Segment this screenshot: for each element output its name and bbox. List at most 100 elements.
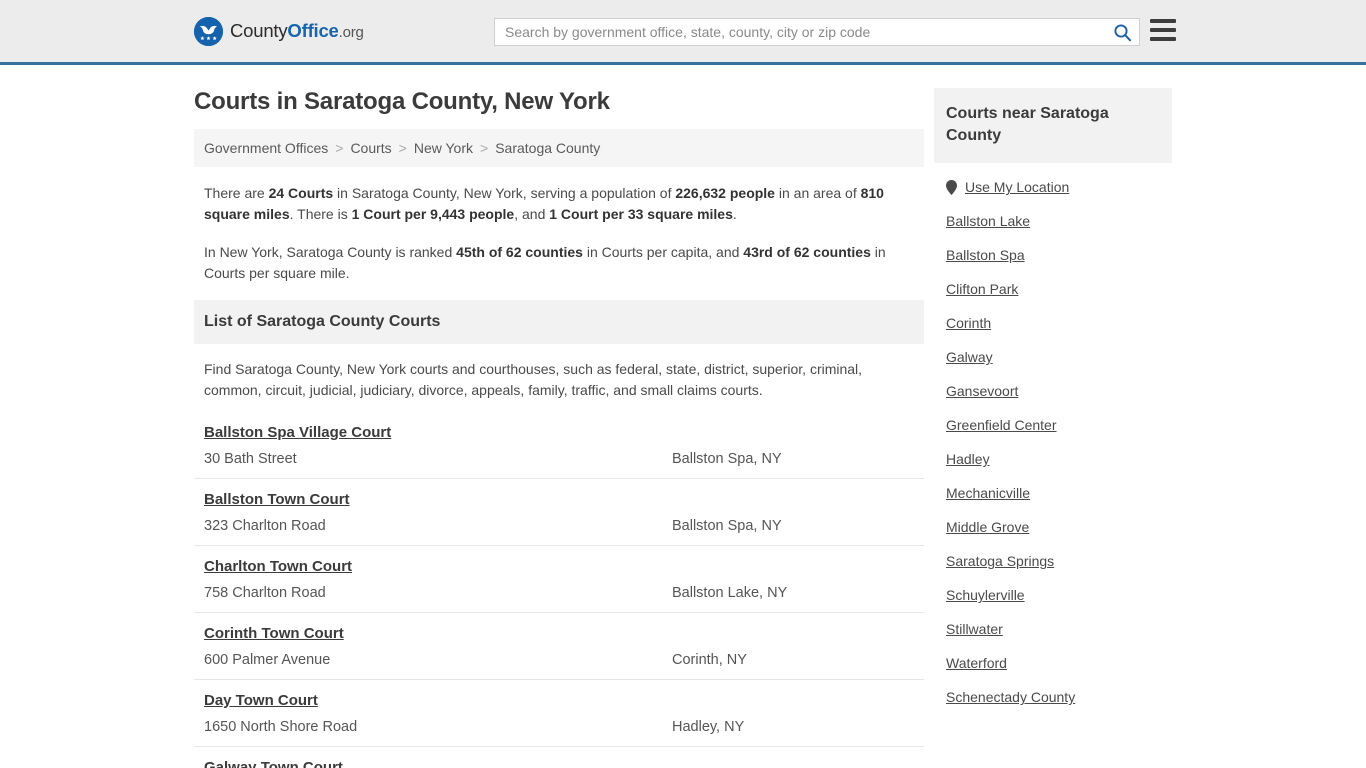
sidebar-nearby-list: Use My Location Ballston Lake Ballston S… — [934, 163, 1172, 714]
brand-part-county: County — [230, 20, 288, 41]
statistics-paragraph-ranking: In New York, Saratoga County is ranked 4… — [204, 242, 914, 285]
court-name-link[interactable]: Charlton Town Court — [204, 558, 352, 575]
stat-courts-count: 24 Courts — [268, 185, 334, 201]
breadcrumb: Government Offices > Courts > New York >… — [194, 129, 924, 167]
list-item: Ballston Town Court 323 Charlton Road Ba… — [194, 477, 924, 545]
stat-rank-per-capita: 45th of 62 counties — [456, 243, 583, 260]
sidebar-item-ballston-spa[interactable]: Ballston Spa — [934, 238, 1172, 272]
sidebar-item-clifton-park[interactable]: Clifton Park — [934, 272, 1172, 306]
court-address: 323 Charlton Road — [204, 517, 326, 534]
hamburger-menu-icon[interactable] — [1150, 19, 1176, 41]
sidebar-link[interactable]: Mechanicville — [946, 485, 1030, 501]
sidebar-item-use-my-location[interactable]: Use My Location — [934, 163, 1172, 204]
sidebar-item-gansevoort[interactable]: Gansevoort — [934, 374, 1172, 408]
use-my-location-link[interactable]: Use My Location — [965, 179, 1069, 195]
list-item: Day Town Court 1650 North Shore Road Had… — [194, 678, 924, 746]
site-logo-link[interactable]: CountyOffice.org — [194, 16, 364, 46]
court-city: Hadley, NY — [672, 718, 745, 735]
list-item: Charlton Town Court 758 Charlton Road Ba… — [194, 544, 924, 612]
search-input[interactable] — [495, 19, 1105, 45]
stat-population: 226,632 people — [675, 185, 775, 201]
sidebar-item-schenectady-county[interactable]: Schenectady County — [934, 680, 1172, 714]
search-bar[interactable] — [494, 18, 1140, 46]
list-item: Ballston Spa Village Court 30 Bath Stree… — [194, 420, 924, 478]
sidebar-link[interactable]: Schenectady County — [946, 689, 1075, 705]
sidebar-link[interactable]: Galway — [946, 349, 993, 365]
list-item: Corinth Town Court 600 Palmer Avenue Cor… — [194, 611, 924, 679]
stat-text: In New York, Saratoga County is ranked — [204, 243, 457, 260]
breadcrumb-item-new-york[interactable]: New York — [414, 140, 473, 156]
stat-text: in an area of — [774, 185, 861, 201]
sidebar-link[interactable]: Stillwater — [946, 621, 1003, 637]
hamburger-bar — [1150, 28, 1176, 32]
hamburger-bar — [1150, 19, 1176, 23]
stat-text: in Courts per capita, and — [582, 243, 744, 260]
sidebar-item-schuylerville[interactable]: Schuylerville — [934, 578, 1172, 612]
sidebar-link[interactable]: Greenfield Center — [946, 417, 1057, 433]
main-content: Courts in Saratoga County, New York Gove… — [194, 65, 924, 768]
sidebar-item-greenfield-center[interactable]: Greenfield Center — [934, 408, 1172, 442]
court-name-link[interactable]: Ballston Spa Village Court — [204, 424, 391, 441]
sidebar-link[interactable]: Gansevoort — [946, 383, 1018, 399]
court-city: Ballston Spa, NY — [672, 517, 782, 534]
stat-text: . There is — [289, 206, 352, 223]
court-address: 758 Charlton Road — [204, 584, 326, 601]
sidebar-link[interactable]: Hadley — [946, 451, 990, 467]
court-name-link[interactable]: Galway Town Court — [204, 759, 343, 768]
sidebar-link[interactable]: Schuylerville — [946, 587, 1025, 603]
stat-courts-per-area: 1 Court per 33 square miles — [549, 206, 733, 223]
list-section-heading: List of Saratoga County Courts — [194, 300, 924, 345]
hamburger-bar — [1150, 37, 1176, 41]
sidebar-item-stillwater[interactable]: Stillwater — [934, 612, 1172, 646]
site-logo-text: CountyOffice.org — [230, 20, 364, 42]
breadcrumb-separator: > — [335, 140, 344, 156]
stat-text: in Saratoga County, New York, serving a … — [333, 185, 676, 201]
sidebar-link[interactable]: Saratoga Springs — [946, 553, 1054, 569]
sidebar-link[interactable]: Corinth — [946, 315, 991, 331]
court-address: 600 Palmer Avenue — [204, 651, 331, 668]
breadcrumb-item-courts[interactable]: Courts — [350, 140, 391, 156]
court-listings: Ballston Spa Village Court 30 Bath Stree… — [194, 420, 924, 768]
eagle-stars-seal-icon — [194, 16, 223, 46]
breadcrumb-item-saratoga-county: Saratoga County — [495, 140, 601, 156]
court-name-link[interactable]: Ballston Town Court — [204, 491, 350, 508]
sidebar-link[interactable]: Middle Grove — [946, 519, 1029, 535]
county-statistics: There are 24 Courts in Saratoga County, … — [194, 183, 924, 284]
sidebar-item-galway[interactable]: Galway — [934, 340, 1172, 374]
sidebar-item-ballston-lake[interactable]: Ballston Lake — [934, 204, 1172, 238]
sidebar-item-corinth[interactable]: Corinth — [934, 306, 1172, 340]
court-city: Corinth, NY — [672, 651, 747, 668]
stat-rank-per-square-mile: 43rd of 62 counties — [743, 243, 871, 260]
sidebar-item-middle-grove[interactable]: Middle Grove — [934, 510, 1172, 544]
sidebar-item-hadley[interactable]: Hadley — [934, 442, 1172, 476]
sidebar-link[interactable]: Clifton Park — [946, 281, 1018, 297]
statistics-paragraph-counts: There are 24 Courts in Saratoga County, … — [204, 183, 914, 226]
breadcrumb-item-government-offices[interactable]: Government Offices — [204, 140, 328, 156]
sidebar-link[interactable]: Ballston Lake — [946, 213, 1030, 229]
list-section-description: Find Saratoga County, New York courts an… — [204, 361, 863, 399]
page-body: Courts in Saratoga County, New York Gove… — [0, 65, 1366, 768]
stat-text: . — [732, 206, 737, 223]
breadcrumb-separator: > — [398, 140, 407, 156]
sidebar-heading: Courts near Saratoga County — [934, 88, 1172, 164]
brand-part-org: .org — [338, 24, 364, 41]
sidebar-item-saratoga-springs[interactable]: Saratoga Springs — [934, 544, 1172, 578]
sidebar-item-waterford[interactable]: Waterford — [934, 646, 1172, 680]
court-address: 30 Bath Street — [204, 450, 297, 467]
page-title: Courts in Saratoga County, New York — [194, 88, 610, 115]
stat-courts-per-people: 1 Court per 9,443 people — [351, 206, 515, 223]
map-pin-icon — [946, 179, 957, 195]
court-detail-row: 323 Charlton Road Ballston Spa, NY — [204, 518, 914, 534]
list-item: Galway Town Court 5910 Sacandaga Road Ga… — [194, 745, 924, 768]
court-address: 1650 North Shore Road — [204, 718, 358, 735]
court-name-link[interactable]: Corinth Town Court — [204, 625, 344, 642]
sidebar-link[interactable]: Ballston Spa — [946, 247, 1025, 263]
search-button[interactable] — [1105, 19, 1139, 45]
court-name-link[interactable]: Day Town Court — [204, 692, 318, 709]
sidebar-item-mechanicville[interactable]: Mechanicville — [934, 476, 1172, 510]
court-city: Ballston Lake, NY — [672, 584, 788, 601]
sidebar-link[interactable]: Waterford — [946, 655, 1007, 671]
stat-text: , and — [514, 206, 550, 223]
search-icon — [1113, 23, 1132, 42]
stat-text: There are — [204, 185, 269, 201]
